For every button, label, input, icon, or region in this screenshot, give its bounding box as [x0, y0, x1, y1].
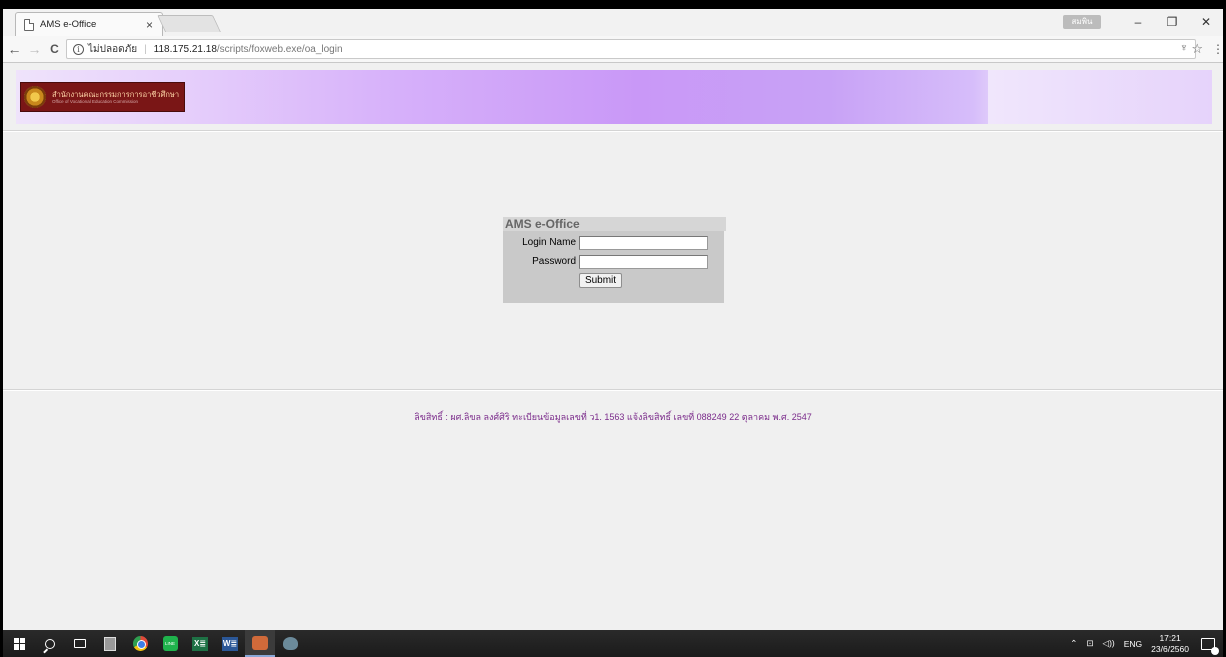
line-app[interactable]: LINE	[155, 630, 185, 657]
search-icon	[45, 638, 55, 649]
word-app[interactable]: W≣	[215, 630, 245, 657]
app-icon	[282, 637, 298, 650]
profile-button[interactable]: สมพิน	[1063, 15, 1101, 29]
clock[interactable]: 17:21 23/6/2560	[1151, 633, 1189, 655]
tab-strip: AMS e-Office × สมพิน – ❐ ✕	[3, 9, 1223, 36]
paint-icon	[252, 635, 268, 650]
screen: AMS e-Office × สมพิน – ❐ ✕ ← → C i ไม่ปล…	[3, 9, 1223, 657]
login-panel: AMS e-Office Login Name Password Submit	[503, 217, 726, 303]
password-label: Password	[532, 256, 576, 267]
organization-logo: สำนักงานคณะกรรมการการอาชีวศึกษา Office o…	[20, 82, 185, 112]
network-icon[interactable]: ⊡	[1086, 638, 1093, 649]
calculator-app[interactable]	[95, 630, 125, 657]
task-view-icon	[74, 639, 86, 648]
tab-title: AMS e-Office	[40, 19, 97, 30]
browser-menu-icon[interactable]: ⋮	[1212, 42, 1223, 56]
task-view-button[interactable]	[65, 630, 95, 657]
page-icon	[24, 18, 34, 31]
login-title: AMS e-Office	[503, 217, 726, 231]
taskbar: LINE X≣ W≣ ⌃ ⊡ ◁)) ENG 17:21 23/6/2560	[3, 630, 1223, 657]
volume-icon[interactable]: ◁))	[1103, 638, 1115, 649]
chrome-app[interactable]	[125, 630, 155, 657]
login-name-input[interactable]	[579, 236, 708, 250]
address-separator: |	[144, 43, 147, 55]
paint-app[interactable]	[245, 630, 275, 657]
seal-icon	[24, 86, 46, 108]
start-button[interactable]	[5, 630, 35, 657]
reload-button[interactable]: C	[46, 42, 63, 56]
calculator-icon	[104, 636, 116, 651]
misc-app[interactable]	[275, 630, 305, 657]
close-tab-icon[interactable]: ×	[146, 18, 153, 32]
extension-icon[interactable]: ♆	[1180, 42, 1188, 54]
restore-button[interactable]: ❐	[1155, 15, 1189, 29]
page-content: สำนักงานคณะกรรมการการอาชีวศึกษา Office o…	[3, 64, 1223, 630]
chrome-icon	[132, 636, 148, 651]
header-banner: สำนักงานคณะกรรมการการอาชีวศึกษา Office o…	[16, 70, 1212, 124]
search-button[interactable]	[35, 630, 65, 657]
security-label[interactable]: ไม่ปลอดภัย	[88, 42, 137, 57]
notification-icon[interactable]	[1201, 637, 1219, 655]
language-indicator[interactable]: ENG	[1124, 639, 1142, 649]
login-name-label: Login Name	[522, 237, 576, 248]
word-icon: W≣	[222, 636, 238, 651]
address-bar[interactable]: i ไม่ปลอดภัย | 118.175.21.18 /scripts/fo…	[66, 39, 1196, 59]
windows-icon	[14, 637, 26, 650]
bookmark-star-icon[interactable]: ☆	[1191, 41, 1203, 57]
excel-icon: X≣	[192, 636, 208, 651]
browser-toolbar: ← → C i ไม่ปลอดภัย | 118.175.21.18 /scri…	[3, 36, 1223, 63]
browser-tab[interactable]: AMS e-Office ×	[15, 12, 163, 36]
new-tab-button[interactable]	[157, 15, 221, 32]
line-icon: LINE	[162, 636, 178, 651]
logo-english-text: Office of Vocational Education Commissio…	[52, 98, 138, 104]
close-window-button[interactable]: ✕	[1189, 15, 1223, 29]
copyright-footer: ลิขสิทธิ์ : ผศ.ลิขล ลงศ์ศิริ ทะเบียนข้อม…	[414, 412, 812, 422]
submit-button[interactable]: Submit	[579, 273, 622, 288]
divider-top	[3, 130, 1223, 132]
banner-right-block	[988, 70, 1212, 124]
excel-app[interactable]: X≣	[185, 630, 215, 657]
clock-time: 17:21	[1159, 632, 1181, 643]
forward-button[interactable]: →	[26, 41, 43, 57]
back-button[interactable]: ←	[6, 41, 23, 57]
logo-thai-text: สำนักงานคณะกรรมการการอาชีวศึกษา	[52, 89, 180, 99]
password-input[interactable]	[579, 255, 708, 269]
clock-date: 23/6/2560	[1151, 643, 1189, 654]
window-controls: สมพิน – ❐ ✕	[1063, 9, 1223, 35]
tray-chevron-icon[interactable]: ⌃	[1070, 638, 1077, 649]
info-icon[interactable]: i	[73, 43, 84, 55]
url-path: /scripts/foxweb.exe/oa_login	[216, 43, 343, 55]
login-form: Login Name Password Submit	[503, 231, 724, 303]
url-host: 118.175.21.18	[153, 43, 217, 55]
divider-bottom	[3, 389, 1223, 391]
system-tray: ⌃ ⊡ ◁)) ENG 17:21 23/6/2560	[1070, 630, 1223, 657]
minimize-button[interactable]: –	[1121, 15, 1155, 29]
